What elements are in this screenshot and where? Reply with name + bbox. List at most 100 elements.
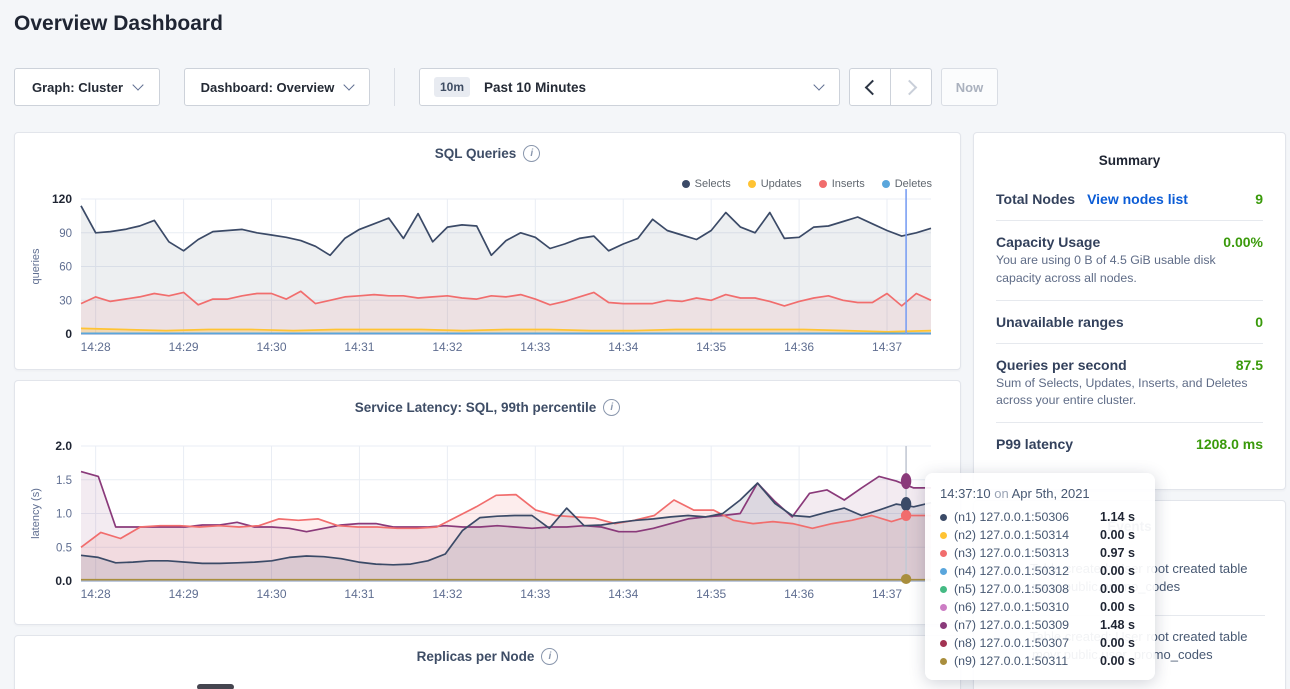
capacity-usage-label: Capacity Usage — [996, 234, 1100, 250]
chevron-down-icon — [132, 79, 143, 90]
total-nodes-value: 9 — [1255, 191, 1263, 207]
legend-dot-icon — [748, 180, 756, 188]
sql-queries-chart[interactable]: 030609012014:2814:2914:3014:3114:3214:33… — [15, 133, 960, 369]
chevron-down-icon — [813, 79, 824, 90]
service-latency-card: 0.0 0.5 1.0 1.5 2.0 14:28 14:29 14:30 14:31 14:32… — [14, 380, 961, 625]
node-latency-value: 0.00 s — [1100, 528, 1135, 542]
svg-text:14:36: 14:36 — [784, 340, 814, 354]
svg-text:14:31: 14:31 — [344, 340, 374, 354]
view-nodes-list-link[interactable]: View nodes list — [1087, 191, 1188, 207]
node-latency-value: 0.00 s — [1100, 654, 1135, 668]
node-latency-value: 0.00 s — [1100, 600, 1135, 614]
svg-text:0.5: 0.5 — [56, 542, 72, 554]
service-latency-chart[interactable]: 0.0 0.5 1.0 1.5 2.0 14:28 14:29 14:30 14:31 14:32… — [15, 381, 960, 624]
node-latency-value: 0.00 s — [1100, 582, 1135, 596]
svg-text:14:28: 14:28 — [81, 587, 111, 601]
svg-text:queries: queries — [30, 248, 42, 285]
svg-text:14:35: 14:35 — [696, 587, 726, 601]
node-color-dot-icon — [940, 640, 947, 647]
svg-text:0: 0 — [65, 327, 72, 341]
dashboard-dropdown[interactable]: Dashboard: Overview — [184, 68, 370, 106]
node-latency-value: 0.00 s — [1100, 636, 1135, 650]
node-address: (n1) 127.0.0.1:50306 — [954, 510, 1100, 524]
summary-title: Summary — [996, 133, 1263, 178]
svg-text:1.0: 1.0 — [56, 509, 72, 521]
tooltip-node-row: (n4) 127.0.0.1:50312 0.00 s — [940, 562, 1140, 580]
node-color-dot-icon — [940, 658, 947, 665]
node-color-dot-icon — [940, 550, 947, 557]
svg-text:14:33: 14:33 — [520, 340, 550, 354]
time-range-label: Past 10 Minutes — [484, 80, 586, 95]
tooltip-date: Apr 5th, 2021 — [1012, 486, 1090, 501]
queries-per-second-desc: Sum of Selects, Updates, Inserts, and De… — [996, 375, 1263, 411]
node-address: (n4) 127.0.0.1:50312 — [954, 564, 1100, 578]
svg-text:14:34: 14:34 — [608, 340, 638, 354]
svg-text:14:30: 14:30 — [257, 587, 287, 601]
svg-text:120: 120 — [52, 192, 72, 206]
capacity-usage-value: 0.00% — [1223, 234, 1263, 250]
node-color-dot-icon — [940, 532, 947, 539]
svg-text:1.5: 1.5 — [56, 475, 72, 487]
legend-item[interactable]: Inserts — [819, 178, 865, 190]
tooltip-node-row: (n7) 127.0.0.1:50309 1.48 s — [940, 616, 1140, 634]
graph-scope-label: Graph: Cluster — [32, 80, 123, 95]
unavailable-ranges-label: Unavailable ranges — [996, 314, 1124, 330]
tooltip-rows: (n1) 127.0.0.1:50306 1.14 s (n2) 127.0.0… — [940, 508, 1140, 670]
svg-text:2.0: 2.0 — [55, 439, 72, 453]
svg-text:14:31: 14:31 — [344, 587, 374, 601]
controls-divider — [394, 68, 395, 106]
node-address: (n8) 127.0.0.1:50307 — [954, 636, 1100, 650]
svg-text:90: 90 — [59, 228, 72, 240]
node-color-dot-icon — [940, 622, 947, 629]
svg-text:latency (s): latency (s) — [30, 488, 42, 539]
node-address: (n9) 127.0.0.1:50311 — [954, 654, 1100, 668]
svg-text:14:29: 14:29 — [169, 587, 199, 601]
tooltip-node-row: (n5) 127.0.0.1:50308 0.00 s — [940, 580, 1140, 598]
node-latency-value: 1.48 s — [1100, 618, 1135, 632]
svg-text:14:32: 14:32 — [432, 587, 462, 601]
legend-item[interactable]: Deletes — [882, 178, 932, 190]
capacity-usage-desc: You are using 0 B of 4.5 GiB usable disk… — [996, 252, 1263, 288]
node-color-dot-icon — [940, 586, 947, 593]
unavailable-ranges-value: 0 — [1255, 314, 1263, 330]
legend-dot-icon — [819, 180, 827, 188]
tooltip-node-row: (n1) 127.0.0.1:50306 1.14 s — [940, 508, 1140, 526]
info-icon[interactable]: i — [541, 648, 558, 665]
tooltip-time: 14:37:10 — [940, 486, 991, 501]
legend-item[interactable]: Updates — [748, 178, 802, 190]
time-range-badge: 10m — [434, 77, 470, 97]
time-back-button[interactable] — [849, 68, 891, 106]
svg-text:30: 30 — [59, 295, 72, 307]
svg-text:14:37: 14:37 — [872, 587, 902, 601]
chart-title: Replicas per Node — [417, 649, 535, 664]
tooltip-on-word: on — [994, 486, 1008, 501]
svg-text:14:37: 14:37 — [872, 340, 902, 354]
summary-panel: Summary Total Nodes View nodes list 9 Ca… — [973, 132, 1286, 490]
replicas-per-node-card: Replicas per Node i — [14, 635, 961, 689]
tooltip-node-row: (n8) 127.0.0.1:50307 0.00 s — [940, 634, 1140, 652]
chevron-left-icon — [864, 79, 880, 95]
node-address: (n5) 127.0.0.1:50308 — [954, 582, 1100, 596]
overview-dashboard-screen: Overview Dashboard Graph: Cluster Dashbo… — [0, 0, 1290, 689]
node-address: (n3) 127.0.0.1:50313 — [954, 546, 1100, 560]
tooltip-node-row: (n6) 127.0.0.1:50310 0.00 s — [940, 598, 1140, 616]
legend-item[interactable]: Selects — [682, 178, 731, 190]
node-address: (n2) 127.0.0.1:50314 — [954, 528, 1100, 542]
dashboard-controls: Graph: Cluster Dashboard: Overview 10m P… — [14, 68, 1276, 106]
svg-text:0.0: 0.0 — [55, 574, 72, 588]
legend-dot-icon — [882, 180, 890, 188]
chevron-right-icon — [901, 79, 917, 95]
tooltip-node-row: (n2) 127.0.0.1:50314 0.00 s — [940, 526, 1140, 544]
node-address: (n7) 127.0.0.1:50309 — [954, 618, 1100, 632]
tooltip-node-row: (n3) 127.0.0.1:50313 0.97 s — [940, 544, 1140, 562]
sql-queries-card: 030609012014:2814:2914:3014:3114:3214:33… — [14, 132, 961, 370]
time-range-selector[interactable]: 10m Past 10 Minutes — [419, 68, 840, 106]
graph-scope-dropdown[interactable]: Graph: Cluster — [14, 68, 160, 106]
time-forward-button[interactable] — [890, 68, 932, 106]
svg-text:60: 60 — [59, 262, 72, 274]
now-button[interactable]: Now — [941, 68, 998, 106]
node-latency-value: 0.97 s — [1100, 546, 1135, 560]
svg-text:14:33: 14:33 — [520, 587, 550, 601]
node-latency-value: 0.00 s — [1100, 564, 1135, 578]
tooltip-node-row: (n9) 127.0.0.1:50311 0.00 s — [940, 652, 1140, 670]
